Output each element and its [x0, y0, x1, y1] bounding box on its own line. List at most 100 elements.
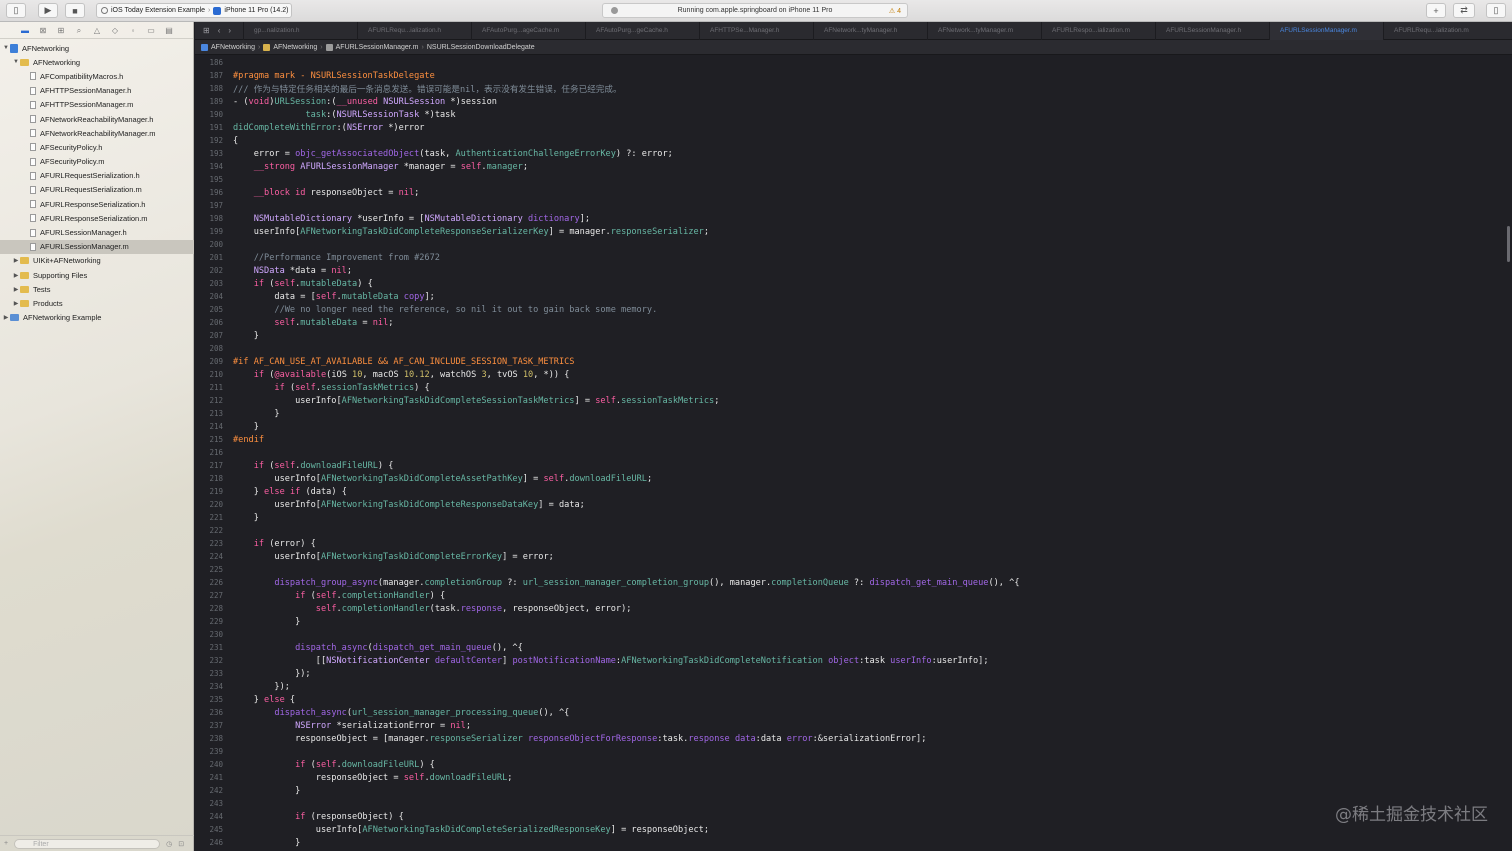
navigator-item[interactable]: ▶ Tests — [0, 282, 194, 296]
code-line[interactable]: 212 userInfo[AFNetworkingTaskDidComplete… — [195, 394, 1512, 407]
source-control-icon[interactable]: ⊠ — [38, 26, 48, 35]
line-number[interactable]: 223 — [195, 539, 223, 548]
filter-input[interactable]: Filter — [14, 838, 161, 849]
editor-tab[interactable]: AFAutoPurg...geCache.h — [585, 21, 699, 40]
recent-files-icon[interactable]: ◷ — [166, 840, 172, 848]
code-line[interactable]: 246 } — [195, 836, 1512, 849]
code-line[interactable]: 214 } — [195, 420, 1512, 433]
code-line[interactable]: 242 } — [195, 784, 1512, 797]
disclosure-closed-icon[interactable]: ▶ — [12, 272, 20, 279]
line-number[interactable]: 228 — [195, 604, 223, 613]
navigator-item[interactable]: AFNetworkReachabilityManager.m — [0, 126, 194, 140]
line-number[interactable]: 212 — [195, 396, 223, 405]
line-number[interactable]: 203 — [195, 279, 223, 288]
navigator-item[interactable]: ▶ UIKit+AFNetworking — [0, 254, 194, 268]
navigator-item[interactable]: AFURLSessionManager.m — [0, 239, 194, 254]
line-number[interactable]: 245 — [195, 825, 223, 834]
line-number[interactable]: 226 — [195, 578, 223, 587]
line-number[interactable]: 195 — [195, 175, 223, 184]
warning-badge[interactable]: ⚠ 4 — [889, 7, 901, 15]
line-number[interactable]: 197 — [195, 201, 223, 210]
code-line[interactable]: 200 — [195, 238, 1512, 251]
code-line[interactable]: 226 dispatch_group_async(manager.complet… — [195, 576, 1512, 589]
line-number[interactable]: 233 — [195, 669, 223, 678]
code-line[interactable]: 204 data = [self.mutableData copy]; — [195, 290, 1512, 303]
disclosure-open-icon[interactable]: ▼ — [12, 59, 20, 65]
line-number[interactable]: 190 — [195, 110, 223, 119]
editor-tab[interactable]: AFHTTPSe...Manager.h — [699, 21, 813, 40]
disclosure-open-icon[interactable]: ▼ — [2, 45, 10, 51]
debug-icon[interactable]: ◦ — [128, 26, 138, 35]
code-line[interactable]: 208 — [195, 342, 1512, 355]
line-number[interactable]: 235 — [195, 695, 223, 704]
line-number[interactable]: 188 — [195, 84, 223, 93]
line-number[interactable]: 240 — [195, 760, 223, 769]
line-number[interactable]: 210 — [195, 370, 223, 379]
code-line[interactable]: 205 //We no longer need the reference, s… — [195, 303, 1512, 316]
scheme-selector[interactable]: iOS Today Extension Example › iPhone 11 … — [96, 3, 292, 18]
code-line[interactable]: 235 } else { — [195, 693, 1512, 706]
line-number[interactable]: 196 — [195, 188, 223, 197]
jumpbar-symbol[interactable]: NSURLSessionDownloadDelegate — [427, 44, 535, 51]
editor-tab[interactable]: gp...nalization.h — [243, 21, 357, 40]
issue-icon[interactable]: △ — [92, 26, 102, 35]
jumpbar-project[interactable]: AFNetworking — [211, 44, 255, 51]
code-line[interactable]: 221 } — [195, 511, 1512, 524]
code-line[interactable]: 193 error = objc_getAssociatedObject(tas… — [195, 147, 1512, 160]
code-line[interactable]: 201 //Performance Improvement from #2672 — [195, 251, 1512, 264]
code-line[interactable]: 237 NSError *serializationError = nil; — [195, 719, 1512, 732]
editor-tab[interactable]: AFNetwork...tyManager.h — [813, 21, 927, 40]
line-number[interactable]: 230 — [195, 630, 223, 639]
editor-tab[interactable]: AFURLRequ...ialization.h — [357, 21, 471, 40]
code-line[interactable]: 197 — [195, 199, 1512, 212]
library-add-icon[interactable]: + — [1426, 3, 1446, 18]
folder-icon[interactable]: ▬ — [20, 26, 30, 35]
line-number[interactable]: 225 — [195, 565, 223, 574]
code-line[interactable]: 236 dispatch_async(url_session_manager_p… — [195, 706, 1512, 719]
code-review-icon[interactable]: ⇄ — [1453, 3, 1475, 18]
code-line[interactable]: 211 if (self.sessionTaskMetrics) { — [195, 381, 1512, 394]
line-number[interactable]: 202 — [195, 266, 223, 275]
line-number[interactable]: 222 — [195, 526, 223, 535]
line-number[interactable]: 246 — [195, 838, 223, 847]
code-line[interactable]: 216 — [195, 446, 1512, 459]
code-line[interactable]: 229 } — [195, 615, 1512, 628]
code-line[interactable]: 198 NSMutableDictionary *userInfo = [NSM… — [195, 212, 1512, 225]
line-number[interactable]: 214 — [195, 422, 223, 431]
line-number[interactable]: 204 — [195, 292, 223, 301]
code-line[interactable]: 190 task:(NSURLSessionTask *)task — [195, 108, 1512, 121]
line-number[interactable]: 236 — [195, 708, 223, 717]
line-number[interactable]: 217 — [195, 461, 223, 470]
line-number[interactable]: 243 — [195, 799, 223, 808]
navigator-item[interactable]: ▼ AFNetworking — [0, 55, 194, 69]
code-line[interactable]: 238 responseObject = [manager.responseSe… — [195, 732, 1512, 745]
line-number[interactable]: 234 — [195, 682, 223, 691]
find-icon[interactable]: ⌕ — [74, 26, 84, 35]
line-number[interactable]: 241 — [195, 773, 223, 782]
code-line[interactable]: 224 userInfo[AFNetworkingTaskDidComplete… — [195, 550, 1512, 563]
line-number[interactable]: 229 — [195, 617, 223, 626]
line-number[interactable]: 227 — [195, 591, 223, 600]
code-line[interactable]: 210 if (@available(iOS 10, macOS 10.12, … — [195, 368, 1512, 381]
navigator-item[interactable]: AFURLResponseSerialization.h — [0, 197, 194, 211]
line-number[interactable]: 239 — [195, 747, 223, 756]
editor-tab[interactable]: AFURLRequ...ialization.m — [1383, 21, 1497, 40]
code-line[interactable]: 245 userInfo[AFNetworkingTaskDidComplete… — [195, 823, 1512, 836]
code-line[interactable]: 199 userInfo[AFNetworkingTaskDidComplete… — [195, 225, 1512, 238]
line-number[interactable]: 244 — [195, 812, 223, 821]
code-line[interactable]: 230 — [195, 628, 1512, 641]
code-line[interactable]: 223 if (error) { — [195, 537, 1512, 550]
code-line[interactable]: 187 #pragma mark - NSURLSessionTaskDelega… — [195, 69, 1512, 82]
report-icon[interactable]: ▤ — [164, 26, 174, 35]
line-number[interactable]: 215 — [195, 435, 223, 444]
line-number[interactable]: 192 — [195, 136, 223, 145]
code-line[interactable]: 189- (void)URLSession:(__unused NSURLSes… — [195, 95, 1512, 108]
line-number[interactable]: 208 — [195, 344, 223, 353]
navigator-item[interactable]: AFCompatibilityMacros.h — [0, 69, 194, 83]
code-line[interactable]: 239 — [195, 745, 1512, 758]
line-number[interactable]: 194 — [195, 162, 223, 171]
editor-tab[interactable]: AFURLRespo...ialization.m — [1041, 21, 1155, 40]
disclosure-closed-icon[interactable]: ▶ — [12, 300, 20, 307]
navigator-item[interactable]: AFSecurityPolicy.h — [0, 140, 194, 154]
code-line[interactable]: 222 — [195, 524, 1512, 537]
